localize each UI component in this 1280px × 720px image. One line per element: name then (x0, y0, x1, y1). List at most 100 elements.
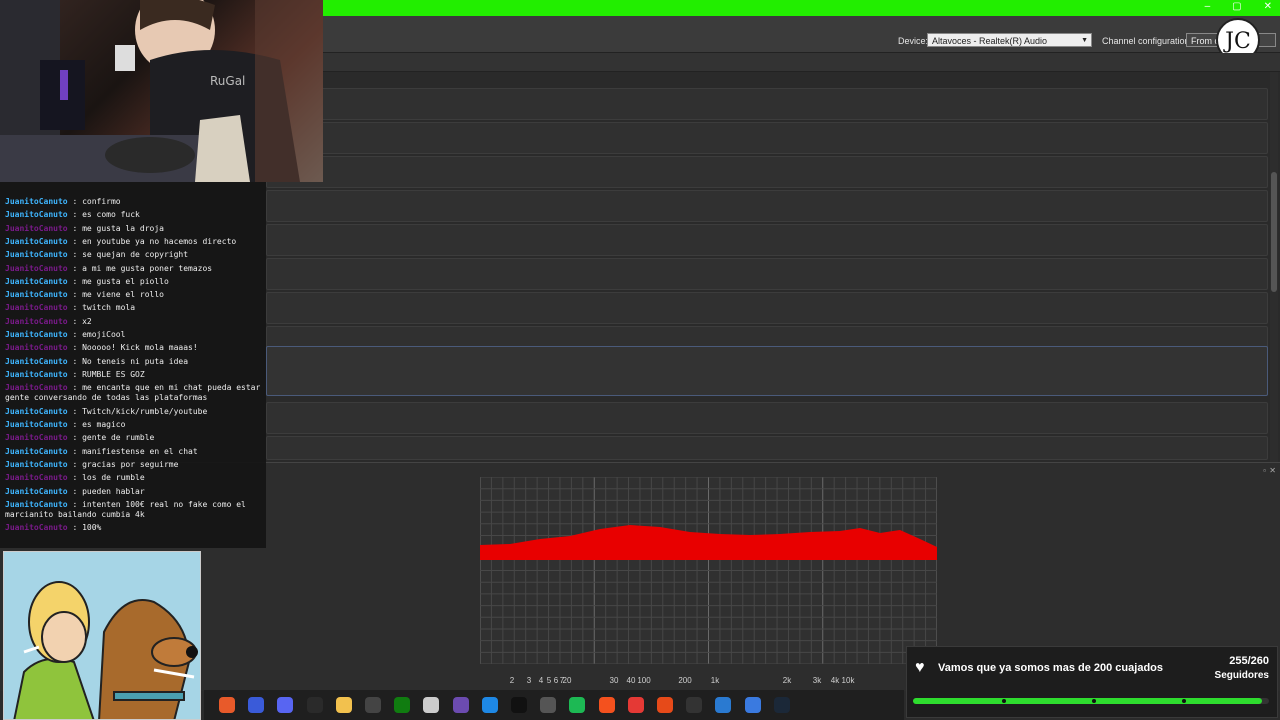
cartoon-image (3, 551, 201, 720)
chat-text: : Nooooo! Kick mola maaas! (67, 343, 198, 353)
brave-lion-icon[interactable] (598, 697, 615, 713)
chat-username[interactable]: JuanitoCanuto (5, 264, 68, 273)
chat-message: JuanitoCanuto : me gusta el piollo (5, 277, 261, 287)
scrollbar-thumb[interactable] (1271, 172, 1277, 292)
chat-username[interactable]: JuanitoCanuto (5, 330, 68, 339)
spotify-icon[interactable] (569, 697, 586, 713)
frequency-tick-label: 3k (812, 676, 822, 685)
chat-username[interactable]: JuanitoCanuto (5, 407, 68, 416)
filter-row[interactable] (266, 122, 1268, 154)
filter-row-selected[interactable] (266, 346, 1268, 396)
chat-message: JuanitoCanuto : intenten 100€ real no fa… (5, 500, 261, 520)
goal-text: Vamos que ya somos mas de 200 cuajados (938, 662, 1163, 674)
chat-text: : me gusta la droja (67, 223, 164, 233)
chat-username[interactable]: JuanitoCanuto (5, 224, 68, 233)
maximize-button[interactable]: ▢ (1232, 1, 1241, 12)
app-icon[interactable] (365, 697, 381, 713)
filter-row[interactable] (266, 292, 1268, 324)
chat-username[interactable]: JuanitoCanuto (5, 460, 68, 469)
filter-row[interactable] (266, 190, 1268, 222)
chat-username[interactable]: JuanitoCanuto (5, 237, 68, 246)
chat-message: JuanitoCanuto : manifiestense en el chat (5, 447, 261, 457)
frequency-tick-label: 1k (710, 676, 720, 685)
chat-text: : Twitch/kick/rumble/youtube (67, 406, 208, 416)
chat-username[interactable]: JuanitoCanuto (5, 433, 68, 442)
chat-username[interactable]: JuanitoCanuto (5, 500, 68, 509)
device-label: Device: (898, 36, 929, 46)
chrome-icon[interactable] (627, 697, 644, 713)
frequency-tick-label: 5 (546, 676, 552, 685)
frequency-tick-label: 100 (637, 676, 651, 685)
chat-username[interactable]: JuanitoCanuto (5, 473, 68, 482)
unity-icon[interactable] (540, 697, 557, 713)
vegas-icon[interactable] (248, 697, 265, 713)
filter-row[interactable] (266, 88, 1268, 120)
scrollbar[interactable] (1270, 72, 1278, 462)
webcam-image: RuGal (0, 0, 323, 182)
chat-text: : 100% (67, 523, 102, 533)
chat-message: JuanitoCanuto : twitch mola (5, 303, 261, 313)
frequency-tick-label: 2 (509, 676, 515, 685)
filter-row[interactable] (266, 402, 1268, 434)
chat-message: JuanitoCanuto : confirmo (5, 197, 261, 207)
chat-text: : No teneis ni puta idea (67, 356, 189, 366)
frequency-tick-label: 6 (553, 676, 559, 685)
chat-username[interactable]: JuanitoCanuto (5, 487, 68, 496)
chat-username[interactable]: JuanitoCanuto (5, 370, 68, 379)
chat-message: JuanitoCanuto : Nooooo! Kick mola maaas! (5, 343, 261, 353)
chat-username[interactable]: JuanitoCanuto (5, 303, 68, 312)
chat-message: JuanitoCanuto : en youtube ya no hacemos… (5, 237, 261, 247)
visual-studio-icon[interactable] (452, 697, 469, 713)
xbox-icon[interactable] (394, 697, 411, 713)
capcut-icon[interactable] (511, 697, 527, 713)
goal-count: 255/260 (1229, 655, 1269, 667)
chat-username[interactable]: JuanitoCanuto (5, 210, 68, 219)
frequency-graph (479, 476, 938, 665)
chat-username[interactable]: JuanitoCanuto (5, 277, 68, 286)
chat-overlay: JuanitoCanuto : confirmo JuanitoCanuto : … (0, 182, 266, 548)
chat-username[interactable]: JuanitoCanuto (5, 343, 68, 352)
pen2-icon[interactable] (744, 697, 761, 713)
brave-icon[interactable] (219, 697, 235, 713)
vscode-icon[interactable] (481, 697, 498, 713)
frequency-tick-label: 2k (782, 676, 792, 685)
chat-text: : pueden hablar (67, 486, 145, 496)
panel-float-icon[interactable]: ▫ (1263, 466, 1266, 475)
close-button[interactable]: ✕ (1264, 1, 1272, 12)
chat-username[interactable]: JuanitoCanuto (5, 317, 68, 326)
folder-icon[interactable] (335, 697, 352, 713)
frequency-tick-label: 40 (626, 676, 636, 685)
filter-row[interactable] (266, 436, 1268, 460)
steam-icon[interactable] (773, 697, 790, 713)
box-icon[interactable] (423, 697, 440, 713)
filter-row[interactable] (266, 224, 1268, 256)
obs-icon[interactable] (306, 697, 323, 713)
chat-message: JuanitoCanuto : a mi me gusta poner tema… (5, 264, 261, 274)
pen-icon[interactable] (715, 697, 732, 713)
chat-username[interactable]: JuanitoCanuto (5, 383, 68, 392)
heart-icon: ♥ (915, 659, 925, 676)
chat-username[interactable]: JuanitoCanuto (5, 420, 68, 429)
filter-row[interactable] (266, 258, 1268, 290)
chat-message: JuanitoCanuto : 100% (5, 523, 261, 533)
chat-message: JuanitoCanuto : es magico (5, 420, 261, 430)
chat-message: JuanitoCanuto : pueden hablar (5, 487, 261, 497)
frequency-graph-svg (479, 476, 938, 665)
chat-message: JuanitoCanuto : emojiCool (5, 330, 261, 340)
panel-close-icon[interactable]: ✕ (1269, 466, 1276, 475)
filter-row[interactable] (266, 156, 1268, 188)
chat-username[interactable]: JuanitoCanuto (5, 523, 68, 532)
device-select[interactable]: Altavoces - Realtek(R) Audio ▼ (927, 33, 1092, 47)
chat-username[interactable]: JuanitoCanuto (5, 447, 68, 456)
discord-icon[interactable] (277, 697, 294, 713)
chat-text: : emojiCool (67, 330, 126, 339)
chat-username[interactable]: JuanitoCanuto (5, 357, 68, 366)
minimize-button[interactable]: – (1205, 1, 1211, 12)
git-icon[interactable] (657, 697, 673, 713)
chat-username[interactable]: JuanitoCanuto (5, 250, 68, 259)
chat-username[interactable]: JuanitoCanuto (5, 290, 68, 299)
chat-text: : los de rumble (67, 473, 145, 483)
chat-username[interactable]: JuanitoCanuto (5, 197, 68, 206)
chat-text: : a mi me gusta poner temazos (67, 263, 213, 273)
terminal-icon[interactable] (686, 697, 703, 713)
